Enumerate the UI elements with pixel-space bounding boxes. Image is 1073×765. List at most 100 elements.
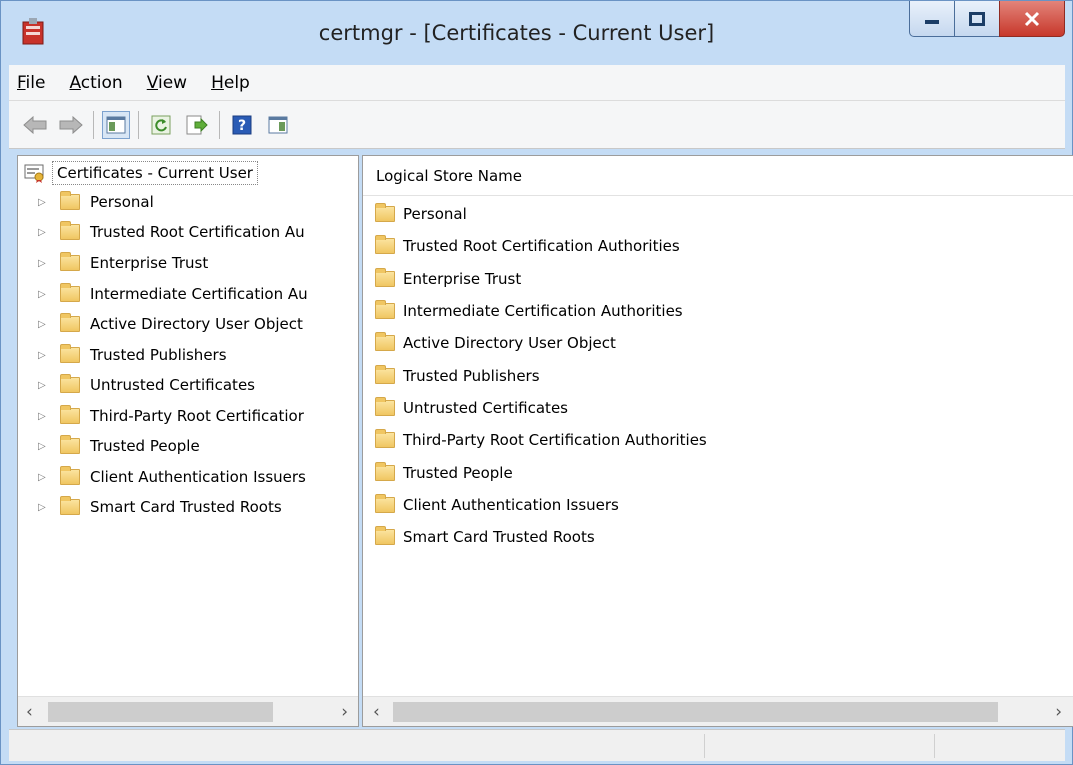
- menu-view[interactable]: View: [147, 73, 187, 93]
- expand-arrow-icon[interactable]: ▷: [38, 380, 50, 391]
- tree-item-label: Trusted Publishers: [90, 346, 227, 364]
- list-item-label: Trusted Root Certification Authorities: [403, 237, 680, 255]
- folder-icon: [375, 526, 395, 545]
- tree-item-label: Trusted Root Certification Au: [90, 223, 305, 241]
- console-tree-pane: Certificates - Current User ▷ Personal ▷…: [17, 155, 359, 727]
- folder-icon: [60, 435, 80, 454]
- list-item-label: Third-Party Root Certification Authoriti…: [403, 431, 707, 449]
- forward-button[interactable]: [57, 111, 85, 139]
- tree-item-enterprise-trust[interactable]: ▷ Enterprise Trust: [18, 249, 208, 277]
- tree-item-label: Enterprise Trust: [90, 254, 209, 272]
- list-item[interactable]: Untrusted Certificates: [363, 393, 568, 423]
- toolbar-separator: [138, 110, 139, 139]
- list-item-label: Smart Card Trusted Roots: [403, 528, 595, 546]
- status-section: [934, 734, 1065, 758]
- list-item[interactable]: Active Directory User Object: [363, 328, 616, 358]
- folder-icon: [60, 344, 80, 363]
- expand-arrow-icon[interactable]: ▷: [38, 472, 50, 483]
- list-item[interactable]: Enterprise Trust: [363, 264, 521, 294]
- scroll-right-icon[interactable]: ›: [341, 702, 348, 722]
- expand-arrow-icon[interactable]: ▷: [38, 197, 50, 208]
- tree-item-label: Personal: [90, 193, 154, 211]
- list-item[interactable]: Third-Party Root Certification Authoriti…: [363, 425, 707, 455]
- folder-icon: [375, 462, 395, 481]
- tree-item-personal[interactable]: ▷ Personal: [18, 188, 154, 216]
- back-button[interactable]: [21, 111, 49, 139]
- folder-icon: [375, 235, 395, 254]
- scrollbar-thumb[interactable]: [393, 702, 998, 722]
- list-item[interactable]: Personal: [363, 199, 467, 229]
- results-horizontal-scrollbar[interactable]: ‹ ›: [363, 696, 1073, 726]
- tree-root-certificates[interactable]: Certificates - Current User: [24, 161, 258, 185]
- tree-item-label: Smart Card Trusted Roots: [90, 498, 282, 516]
- folder-icon: [375, 429, 395, 448]
- folder-icon: [60, 496, 80, 515]
- tree-item-intermediate[interactable]: ▷ Intermediate Certification Au: [18, 280, 308, 308]
- forward-arrow-icon: [59, 115, 83, 134]
- toolbar: ?: [9, 101, 1065, 149]
- expand-arrow-icon[interactable]: ▷: [38, 258, 50, 269]
- menu-action[interactable]: Action: [69, 73, 122, 93]
- export-list-icon: [186, 115, 208, 134]
- tree-item-trusted-people[interactable]: ▷ Trusted People: [18, 432, 200, 460]
- tree-root-label: Certificates - Current User: [52, 161, 258, 185]
- list-item[interactable]: Smart Card Trusted Roots: [363, 522, 595, 552]
- menu-file[interactable]: File: [17, 73, 45, 93]
- folder-icon: [60, 374, 80, 393]
- folder-icon: [60, 313, 80, 332]
- folder-icon: [60, 191, 80, 210]
- tree-item-trusted-publishers[interactable]: ▷ Trusted Publishers: [18, 341, 227, 369]
- tree-item-client-auth[interactable]: ▷ Client Authentication Issuers: [18, 463, 306, 491]
- tree-item-label: Active Directory User Object: [90, 315, 303, 333]
- tree-item-active-directory[interactable]: ▷ Active Directory User Object: [18, 310, 303, 338]
- tree-item-label: Client Authentication Issuers: [90, 468, 306, 486]
- scroll-right-icon[interactable]: ›: [1055, 702, 1062, 722]
- list-item-label: Active Directory User Object: [403, 334, 616, 352]
- minimize-icon: [925, 19, 939, 24]
- expand-arrow-icon[interactable]: ▷: [38, 502, 50, 513]
- tree-item-label: Untrusted Certificates: [90, 376, 255, 394]
- tree-item-untrusted[interactable]: ▷ Untrusted Certificates: [18, 371, 255, 399]
- maximize-icon: [969, 11, 985, 26]
- close-button[interactable]: [999, 1, 1065, 37]
- toolbar-separator: [93, 110, 94, 139]
- expand-arrow-icon[interactable]: ▷: [38, 441, 50, 452]
- menu-help[interactable]: Help: [211, 73, 250, 93]
- expand-arrow-icon[interactable]: ▷: [38, 289, 50, 300]
- close-icon: [1024, 11, 1040, 26]
- list-item[interactable]: Trusted Root Certification Authorities: [363, 231, 680, 261]
- list-item[interactable]: Trusted Publishers: [363, 361, 540, 391]
- expand-arrow-icon[interactable]: ▷: [38, 319, 50, 330]
- list-item[interactable]: Trusted People: [363, 458, 513, 488]
- scrollbar-thumb[interactable]: [48, 702, 273, 722]
- folder-icon: [60, 405, 80, 424]
- tree-item-trusted-root[interactable]: ▷ Trusted Root Certification Au: [18, 218, 305, 246]
- list-item-label: Untrusted Certificates: [403, 399, 568, 417]
- scroll-left-icon[interactable]: ‹: [373, 702, 380, 722]
- scroll-left-icon[interactable]: ‹: [26, 702, 33, 722]
- tree-item-smart-card[interactable]: ▷ Smart Card Trusted Roots: [18, 493, 282, 521]
- folder-icon: [60, 466, 80, 485]
- tree-horizontal-scrollbar[interactable]: ‹ ›: [18, 696, 358, 726]
- folder-icon: [375, 203, 395, 222]
- tree-item-third-party-root[interactable]: ▷ Third-Party Root Certificatior: [18, 402, 304, 430]
- expand-arrow-icon[interactable]: ▷: [38, 411, 50, 422]
- maximize-button[interactable]: [954, 1, 1000, 37]
- minimize-button[interactable]: [909, 1, 955, 37]
- show-hide-console-tree-button[interactable]: [102, 110, 130, 139]
- column-header-logical-store-name[interactable]: Logical Store Name: [363, 156, 1073, 196]
- show-hide-action-pane-button[interactable]: [264, 111, 292, 139]
- list-item-label: Trusted People: [403, 464, 513, 482]
- title-bar[interactable]: certmgr - [Certificates - Current User]: [1, 1, 1072, 65]
- list-item[interactable]: Intermediate Certification Authorities: [363, 296, 683, 326]
- expand-arrow-icon[interactable]: ▷: [38, 350, 50, 361]
- help-button[interactable]: ?: [228, 111, 256, 139]
- folder-icon: [60, 252, 80, 271]
- expand-arrow-icon[interactable]: ▷: [38, 227, 50, 238]
- export-list-button[interactable]: [183, 111, 211, 139]
- status-section: [704, 734, 934, 758]
- menu-bar: File Action View Help: [9, 65, 1065, 101]
- list-item[interactable]: Client Authentication Issuers: [363, 490, 619, 520]
- toolbar-separator: [219, 110, 220, 139]
- refresh-button[interactable]: [147, 111, 175, 139]
